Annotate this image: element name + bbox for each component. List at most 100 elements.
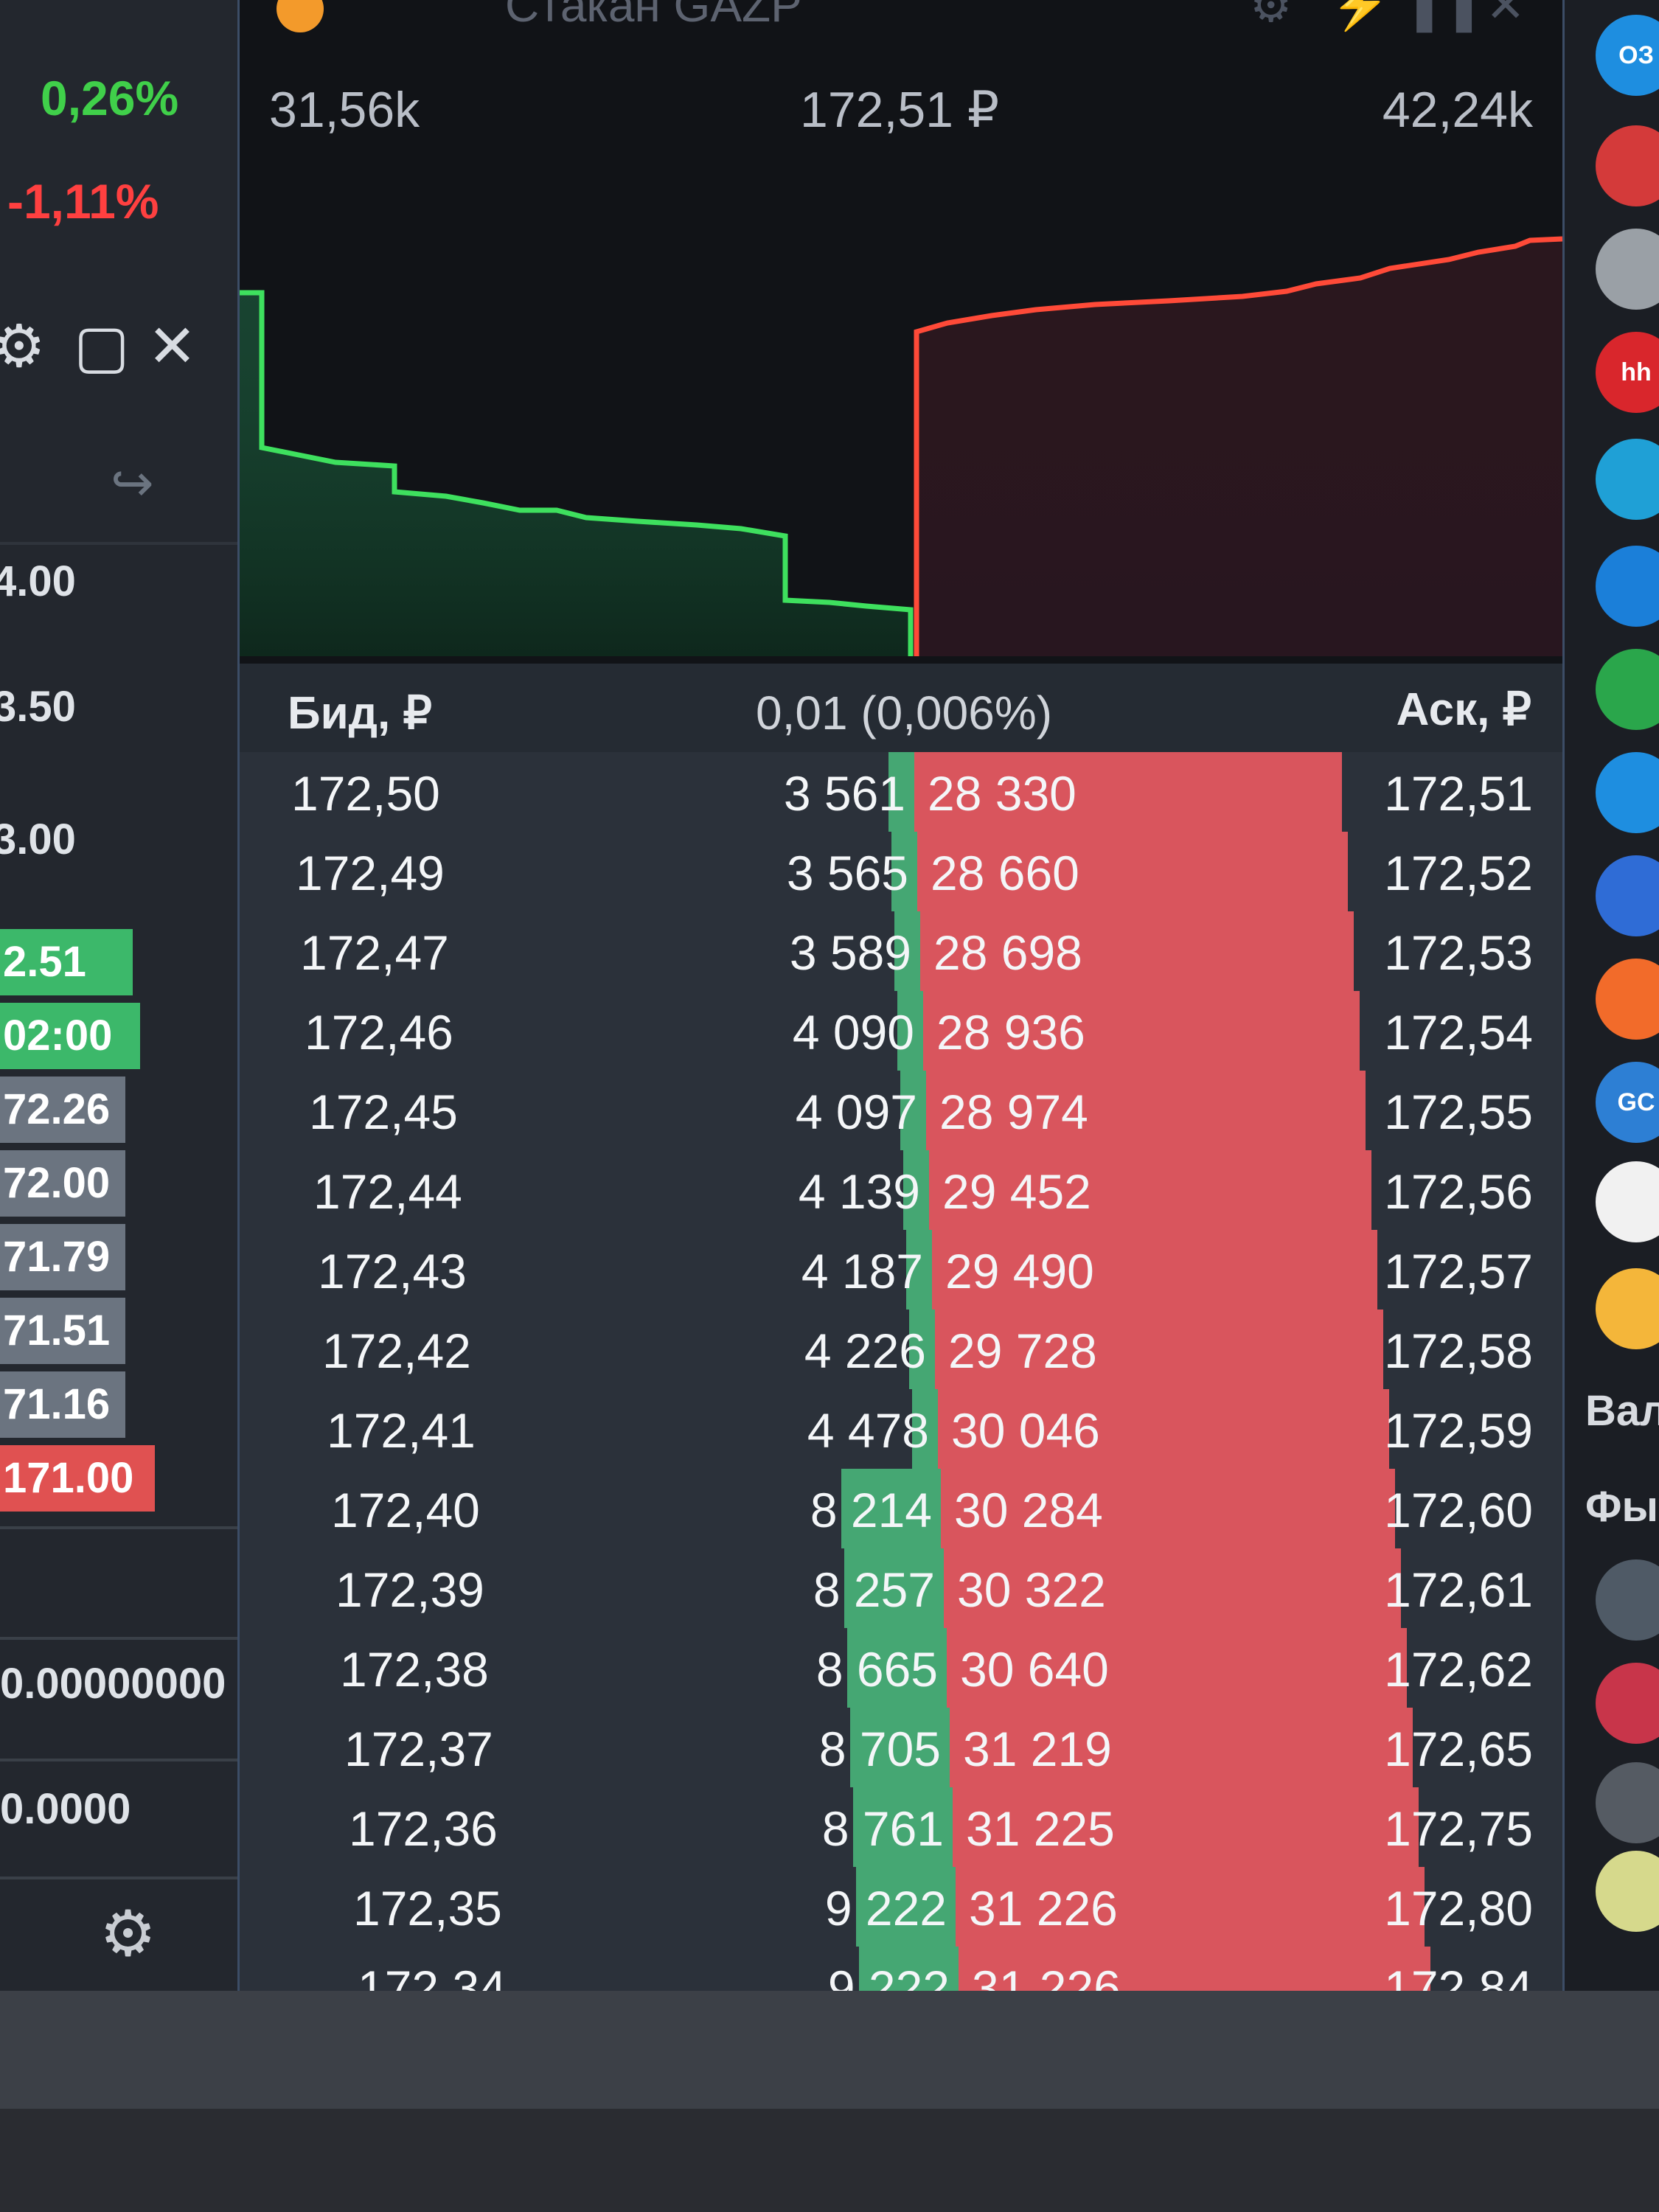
app-icon-13[interactable] [1596, 1268, 1659, 1349]
ask-volume: 29 490 [945, 1244, 1094, 1298]
order-book-row[interactable]: 172,35 9 222 31 226 172,80 [240, 1867, 1562, 1949]
ask-price[interactable]: 172,61 [1384, 1562, 1533, 1618]
bid-volume: 8 705 [818, 1722, 941, 1776]
ask-volume: 29 728 [948, 1324, 1097, 1378]
square-icon[interactable]: ▢ [74, 317, 130, 376]
ask-price[interactable]: 172,75 [1384, 1801, 1533, 1857]
us-flag-icon[interactable] [1596, 1663, 1659, 1744]
hh-icon[interactable]: hh [1596, 332, 1659, 413]
order-book-row[interactable]: 172,37 8 705 31 219 172,65 [240, 1708, 1562, 1790]
app-launcher-strip: ОЗ hh GC Вал Фы [1565, 0, 1659, 1991]
order-book-row[interactable]: 172,40 8 214 30 284 172,60 [240, 1469, 1562, 1551]
bid-price[interactable]: 172,45 [309, 1084, 458, 1140]
ask-volume: 28 330 [928, 766, 1077, 821]
bid-volume: 4 478 [807, 1403, 929, 1458]
order-book-row[interactable]: 172,45 4 097 28 974 172,55 [240, 1071, 1562, 1152]
bid-price[interactable]: 172,37 [344, 1721, 493, 1777]
app-icon-8[interactable] [1596, 752, 1659, 833]
level-value: 3.00 [0, 815, 76, 863]
order-book-row[interactable]: 172,41 4 478 30 046 172,59 [240, 1389, 1562, 1471]
app-icon-11[interactable]: GC [1596, 1062, 1659, 1143]
pause-icon[interactable]: ❚❚ [1405, 0, 1484, 33]
app-icon-3[interactable] [1596, 229, 1659, 310]
close-icon[interactable]: ✕ [1486, 0, 1526, 33]
app-icon-16[interactable] [1596, 1762, 1659, 1843]
order-book-row[interactable]: 172,47 3 589 28 698 172,53 [240, 911, 1562, 993]
bid-price[interactable]: 172,50 [291, 765, 440, 821]
bid-price[interactable]: 172,38 [340, 1641, 489, 1697]
divider [0, 1526, 273, 1529]
app-icon-6[interactable] [1596, 546, 1659, 627]
ozon-icon[interactable]: ОЗ [1596, 15, 1659, 96]
app-icon-9[interactable] [1596, 855, 1659, 936]
status-dot [276, 0, 324, 32]
ask-price[interactable]: 172,62 [1384, 1641, 1533, 1697]
settings-gear-icon[interactable]: ⚙ [100, 1902, 156, 1966]
app-icon-7[interactable] [1596, 649, 1659, 730]
order-book-row[interactable]: 172,38 8 665 30 640 172,62 [240, 1628, 1562, 1710]
level-value: 3.50 [0, 683, 76, 731]
order-book-row[interactable]: 172,34 9 222 31 226 172,84 [240, 1947, 1562, 1991]
ask-price[interactable]: 172,51 [1384, 765, 1533, 821]
order-book-header: Бид, ₽ 0,01 (0,006%) Аск, ₽ [240, 664, 1562, 754]
bid-price[interactable]: 172,36 [349, 1801, 498, 1857]
bid-price[interactable]: 172,34 [358, 1960, 507, 1991]
app-icon-5[interactable] [1596, 439, 1659, 520]
ask-depth-area [917, 239, 1562, 656]
ask-price[interactable]: 172,60 [1384, 1482, 1533, 1538]
tape-entry: 2.51 [0, 929, 133, 995]
ask-volume: 30 322 [957, 1562, 1106, 1617]
ask-price[interactable]: 172,57 [1384, 1243, 1533, 1299]
ask-price[interactable]: 172,53 [1384, 925, 1533, 981]
order-book-row[interactable]: 172,39 8 257 30 322 172,61 [240, 1548, 1562, 1630]
ask-price[interactable]: 172,52 [1384, 845, 1533, 901]
mid-price: 172,51 ₽ [800, 82, 1000, 138]
order-book-row[interactable]: 172,43 4 187 29 490 172,57 [240, 1230, 1562, 1312]
ask-price[interactable]: 172,80 [1384, 1880, 1533, 1936]
app-icon-2[interactable] [1596, 125, 1659, 206]
gear-icon[interactable]: ⚙ [0, 317, 46, 376]
strip-label[interactable]: Фы [1585, 1482, 1658, 1531]
close-icon[interactable]: ✕ [147, 317, 197, 376]
bid-price[interactable]: 172,43 [318, 1243, 467, 1299]
app-icon-12[interactable] [1596, 1161, 1659, 1242]
ask-price[interactable]: 172,56 [1384, 1164, 1533, 1220]
bid-price[interactable]: 172,46 [305, 1004, 453, 1060]
bid-price[interactable]: 172,41 [327, 1402, 476, 1458]
order-book-row[interactable]: 172,46 4 090 28 936 172,54 [240, 991, 1562, 1073]
input-value[interactable]: 0.0000 [0, 1784, 131, 1834]
ask-price[interactable]: 172,59 [1384, 1402, 1533, 1458]
order-book-row[interactable]: 172,36 8 761 31 225 172,75 [240, 1787, 1562, 1869]
app-icon-14[interactable] [1596, 1559, 1659, 1641]
bid-volume: 3 561 [783, 766, 905, 821]
app-icon-17[interactable] [1596, 1851, 1659, 1932]
app-icon-10[interactable] [1596, 959, 1659, 1040]
lightning-icon[interactable]: ⚡ [1331, 0, 1390, 33]
strip-label[interactable]: Вал [1585, 1386, 1659, 1436]
bid-volume: 3 589 [789, 925, 911, 980]
ask-volume: 28 698 [933, 925, 1082, 980]
bid-price[interactable]: 172,49 [296, 845, 445, 901]
redo-arrow-icon[interactable]: ↪ [111, 457, 154, 509]
order-book-row[interactable]: 172,49 3 565 28 660 172,52 [240, 832, 1562, 914]
order-book-row[interactable]: 172,42 4 226 29 728 172,58 [240, 1310, 1562, 1391]
bid-volume: 4 139 [798, 1164, 920, 1219]
ask-volume: 30 640 [960, 1642, 1109, 1697]
bid-price[interactable]: 172,47 [300, 925, 449, 981]
gear-icon[interactable]: ⚙ [1250, 0, 1292, 33]
input-value[interactable]: 0.00000000 [0, 1659, 226, 1708]
widget-titlebar: Стакан GAZP ⚙ ⚡ ❚❚ ✕ [240, 0, 1562, 37]
order-book-row[interactable]: 172,50 3 561 28 330 172,51 [240, 752, 1562, 834]
order-book-row[interactable]: 172,44 4 139 29 452 172,56 [240, 1150, 1562, 1232]
bid-price[interactable]: 172,42 [322, 1323, 471, 1379]
bid-price[interactable]: 172,39 [335, 1562, 484, 1618]
ask-price[interactable]: 172,84 [1384, 1960, 1533, 1991]
ask-price[interactable]: 172,58 [1384, 1323, 1533, 1379]
ask-price[interactable]: 172,65 [1384, 1721, 1533, 1777]
bid-price[interactable]: 172,35 [353, 1880, 502, 1936]
ask-price[interactable]: 172,54 [1384, 1004, 1533, 1060]
bid-price[interactable]: 172,44 [313, 1164, 462, 1220]
ask-price[interactable]: 172,55 [1384, 1084, 1533, 1140]
bid-price[interactable]: 172,40 [331, 1482, 480, 1538]
depth-chart [240, 236, 1562, 656]
